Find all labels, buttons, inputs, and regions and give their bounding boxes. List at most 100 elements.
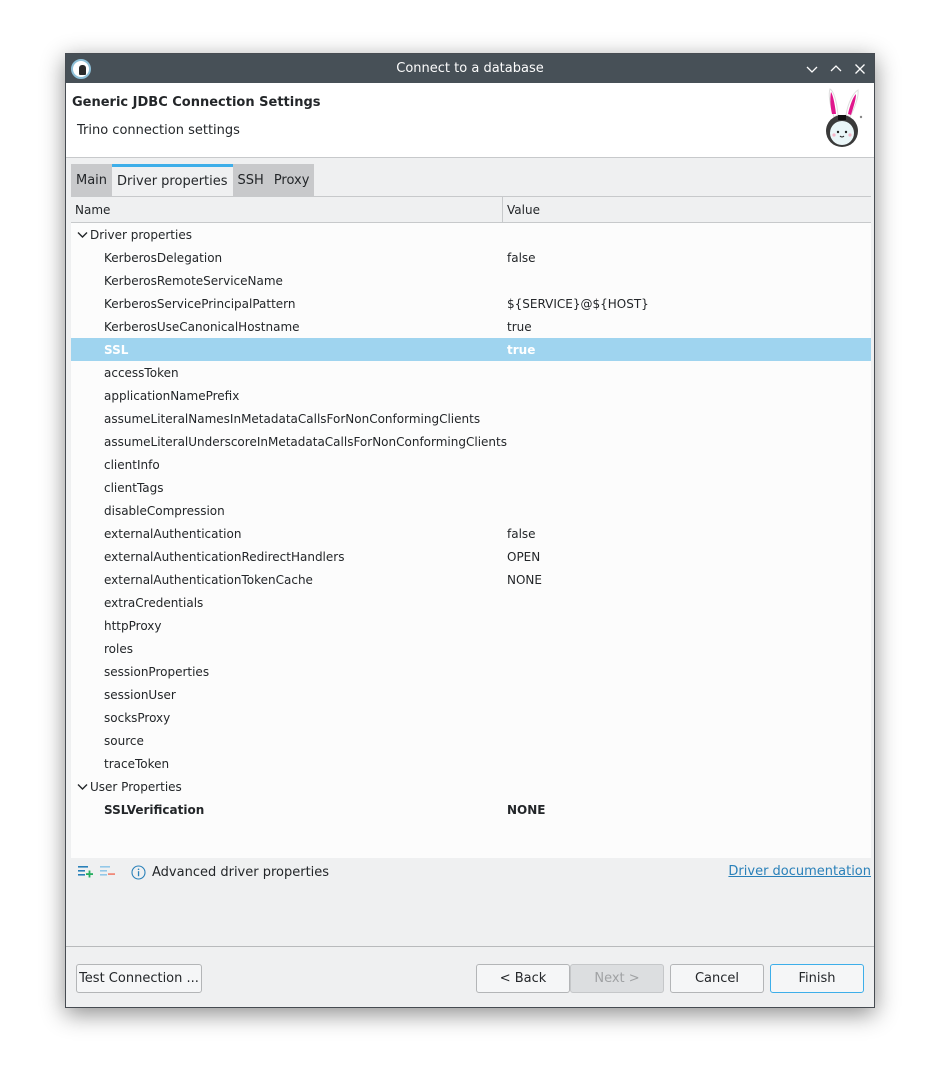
advanced-properties-label: Advanced driver properties <box>131 865 329 880</box>
tab-driver-properties[interactable]: Driver properties <box>112 164 233 196</box>
group-label: User Properties <box>90 779 182 794</box>
property-value[interactable]: true <box>507 320 871 334</box>
maximize-button[interactable] <box>828 61 844 77</box>
table-row[interactable]: SSLVerification NONE <box>71 798 871 821</box>
back-button[interactable]: < Back <box>476 964 570 993</box>
connect-dialog: Connect to a database Generic JDBC Conne… <box>65 53 875 1008</box>
property-name: KerberosRemoteServiceName <box>104 273 283 288</box>
cancel-button[interactable]: Cancel <box>670 964 764 993</box>
chevron-down-icon <box>806 66 818 73</box>
property-name: sessionProperties <box>104 664 210 679</box>
properties-toolbar: Advanced driver properties Driver docume… <box>71 858 871 886</box>
column-header-name[interactable]: Name <box>71 197 503 222</box>
table-body: Driver properties KerberosDelegation false… <box>71 223 871 821</box>
property-name: accessToken <box>104 365 179 380</box>
title-bar: Connect to a database <box>66 54 874 83</box>
chevron-down-icon[interactable] <box>75 231 89 239</box>
driver-documentation-link[interactable]: Driver documentation <box>728 864 871 879</box>
property-name: extraCredentials <box>104 595 204 610</box>
property-name: externalAuthenticationTokenCache <box>104 572 313 587</box>
table-row[interactable]: KerberosDelegation false <box>71 246 871 269</box>
chevron-down-icon[interactable] <box>75 783 89 791</box>
tab-proxy[interactable]: Proxy <box>268 164 315 196</box>
tree-group-driver-properties[interactable]: Driver properties <box>71 223 871 246</box>
property-value[interactable]: OPEN <box>507 550 871 564</box>
property-name: KerberosDelegation <box>104 250 223 265</box>
tab-bar: Main Driver properties SSH Proxy <box>71 164 315 196</box>
table-row[interactable]: sessionProperties <box>71 660 871 683</box>
property-name: SSL <box>104 342 129 357</box>
property-value[interactable]: ${SERVICE}@${HOST} <box>507 297 871 311</box>
property-name: source <box>104 733 144 748</box>
divider <box>66 946 874 947</box>
close-button[interactable] <box>852 61 868 77</box>
chevron-up-icon <box>830 64 842 71</box>
table-row[interactable]: assumeLiteralNamesInMetadataCallsForNonC… <box>71 407 871 430</box>
property-name: sessionUser <box>104 687 176 702</box>
table-row[interactable]: externalAuthenticationTokenCache NONE <box>71 568 871 591</box>
dbeaver-mascot-icon <box>826 88 863 147</box>
close-icon <box>855 63 865 74</box>
property-name: traceToken <box>104 756 170 771</box>
property-name: clientInfo <box>104 457 160 472</box>
property-name: clientTags <box>104 480 164 495</box>
column-header-value[interactable]: Value <box>503 197 871 222</box>
table-row[interactable]: sessionUser <box>71 683 871 706</box>
property-value[interactable]: false <box>507 251 871 265</box>
add-property-icon <box>78 866 93 878</box>
page-subtitle: Trino connection settings <box>77 123 240 138</box>
window-title: Connect to a database <box>396 61 544 76</box>
table-row[interactable]: externalAuthentication false <box>71 522 871 545</box>
property-name: externalAuthentication <box>104 526 242 541</box>
table-row[interactable]: roles <box>71 637 871 660</box>
property-name: KerberosUseCanonicalHostname <box>104 319 300 334</box>
group-label: Driver properties <box>90 227 192 242</box>
property-name: SSLVerification <box>104 802 205 817</box>
table-row[interactable]: traceToken <box>71 752 871 775</box>
table-row[interactable]: KerberosUseCanonicalHostname true <box>71 315 871 338</box>
table-row[interactable]: KerberosServicePrincipalPattern ${SERVICE… <box>71 292 871 315</box>
finish-button[interactable]: Finish <box>770 964 864 993</box>
info-icon <box>131 864 146 880</box>
table-row[interactable]: accessToken <box>71 361 871 384</box>
property-name: applicationNamePrefix <box>104 388 240 403</box>
app-logo-icon <box>71 59 91 79</box>
table-row[interactable]: extraCredentials <box>71 591 871 614</box>
test-connection-button[interactable]: Test Connection ... <box>76 964 202 993</box>
table-header: Name Value <box>71 197 871 223</box>
add-property-button[interactable] <box>77 863 95 881</box>
properties-table: Name Value Driver properties KerberosDele… <box>71 196 871 858</box>
property-name: KerberosServicePrincipalPattern <box>104 296 296 311</box>
property-name: assumeLiteralUnderscoreInMetadataCallsFo… <box>104 434 507 449</box>
minimize-button[interactable] <box>804 61 820 77</box>
property-value[interactable]: false <box>507 527 871 541</box>
table-row[interactable]: socksProxy <box>71 706 871 729</box>
next-button[interactable]: Next > <box>570 964 664 993</box>
property-name: disableCompression <box>104 503 225 518</box>
page-title: Generic JDBC Connection Settings <box>72 95 321 110</box>
table-row[interactable]: source <box>71 729 871 752</box>
tab-main[interactable]: Main <box>71 164 113 196</box>
advanced-properties-text: Advanced driver properties <box>152 864 330 880</box>
property-name: httpProxy <box>104 618 162 633</box>
property-value[interactable]: NONE <box>507 573 871 587</box>
remove-property-button[interactable] <box>99 863 117 881</box>
table-row[interactable]: assumeLiteralUnderscoreInMetadataCallsFo… <box>71 430 871 453</box>
table-row[interactable]: clientTags <box>71 476 871 499</box>
tree-group-user-properties[interactable]: User Properties <box>71 775 871 798</box>
property-value[interactable]: true <box>507 343 871 357</box>
property-value[interactable]: NONE <box>507 803 871 817</box>
table-row[interactable]: clientInfo <box>71 453 871 476</box>
tab-ssh[interactable]: SSH <box>232 164 269 196</box>
dialog-header: Generic JDBC Connection Settings Trino c… <box>66 83 874 158</box>
property-name: externalAuthenticationRedirectHandlers <box>104 549 345 564</box>
table-row[interactable]: SSL true <box>71 338 871 361</box>
table-row[interactable]: externalAuthenticationRedirectHandlers OP… <box>71 545 871 568</box>
table-row[interactable]: disableCompression <box>71 499 871 522</box>
property-name: assumeLiteralNamesInMetadataCallsForNonC… <box>104 411 481 426</box>
table-row[interactable]: applicationNamePrefix <box>71 384 871 407</box>
property-name: roles <box>104 641 133 656</box>
property-name: socksProxy <box>104 710 171 725</box>
table-row[interactable]: KerberosRemoteServiceName <box>71 269 871 292</box>
table-row[interactable]: httpProxy <box>71 614 871 637</box>
